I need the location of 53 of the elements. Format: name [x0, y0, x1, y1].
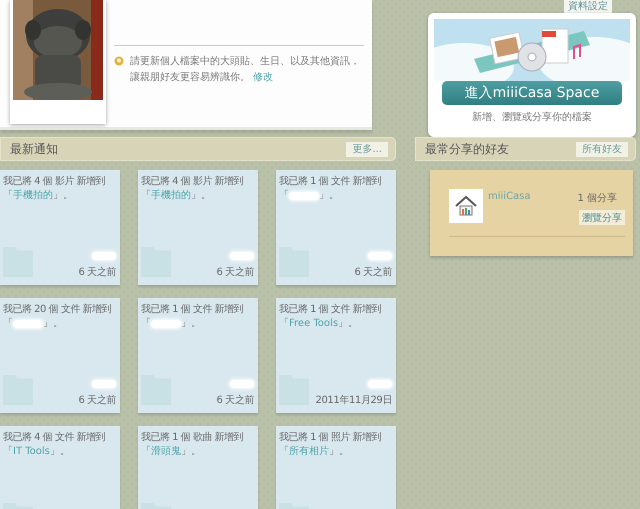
- browse-shares-button[interactable]: 瀏覽分享: [579, 210, 625, 225]
- more-button[interactable]: 更多...: [346, 142, 388, 156]
- quote-mark: 「: [141, 317, 151, 331]
- quote-mark: 「: [3, 189, 13, 203]
- time-label: 6 天之前: [216, 394, 254, 407]
- folder-link[interactable]: 手機拍的: [13, 189, 53, 203]
- time-label: 6 天之前: [216, 266, 254, 279]
- time-label: 6 天之前: [354, 266, 392, 279]
- quote-mark: 」。: [338, 317, 358, 331]
- notification-text: 我已將 20 個 文件 新增到: [3, 303, 112, 317]
- quote-mark: 」。: [43, 317, 63, 331]
- quote-mark: 」。: [181, 445, 201, 459]
- notification-text: 我已將 4 個 影片 新增到: [3, 175, 106, 189]
- notification-text: 我已將 1 個 文件 新增到: [279, 303, 382, 317]
- quote-mark: 「: [279, 317, 289, 331]
- folder-link[interactable]: 手機拍的: [151, 189, 191, 203]
- quote-mark: 「: [279, 189, 289, 203]
- time-label: 6 天之前: [78, 266, 116, 279]
- settings-tab[interactable]: 資料設定: [564, 0, 612, 13]
- quote-mark: 「: [3, 317, 13, 331]
- house-icon: [454, 194, 478, 218]
- quote-mark: 「: [141, 445, 151, 459]
- friend-name[interactable]: miiiCasa: [488, 191, 572, 225]
- promo-caption: 新增、瀏覽或分享你的檔案: [472, 110, 592, 124]
- folder-link[interactable]: 所有相片: [289, 445, 329, 459]
- section-title: 最新通知: [10, 140, 58, 158]
- info-icon: [114, 56, 124, 66]
- folder-link[interactable]: 滑頭鬼: [151, 445, 181, 459]
- quote-mark: 「: [3, 445, 13, 459]
- notification-text: 我已將 1 個 歌曲 新增到: [141, 431, 244, 445]
- notification-text: 我已將 1 個 文件 新增到: [141, 303, 244, 317]
- folder-link[interactable]: Free Tools: [289, 317, 338, 331]
- notification-text: 我已將 1 個 文件 新增到: [279, 175, 382, 189]
- quote-mark: 」。: [181, 317, 201, 331]
- all-friends-button[interactable]: 所有好友: [576, 142, 628, 156]
- folder-link[interactable]: IT Tools: [13, 445, 50, 459]
- quote-mark: 「: [279, 445, 289, 459]
- notification-text: 我已將 4 個 文件 新增到: [3, 431, 106, 445]
- quote-mark: 」。: [50, 445, 70, 459]
- quote-mark: 」。: [329, 445, 349, 459]
- section-title: 最常分享的好友: [425, 140, 509, 158]
- notification-text: 我已將 4 個 影片 新增到: [141, 175, 244, 189]
- time-label: 2011年11月29日: [316, 394, 392, 407]
- notification-text: 我已將 1 個 照片 新增到: [279, 431, 382, 445]
- quote-mark: 「: [141, 189, 151, 203]
- profile-notice: 請更新個人檔案中的大頭貼、生日、以及其他資訊，讓親朋好友更容易辨識你。 修改: [130, 54, 361, 85]
- quote-mark: 」。: [53, 189, 73, 203]
- quote-mark: 」。: [191, 189, 211, 203]
- time-label: 6 天之前: [78, 394, 116, 407]
- share-count: 1 個分享: [577, 192, 617, 205]
- quote-mark: 」。: [319, 189, 339, 203]
- enter-space-button[interactable]: 進入miiiCasa Space: [442, 81, 622, 105]
- edit-link[interactable]: 修改: [253, 72, 274, 83]
